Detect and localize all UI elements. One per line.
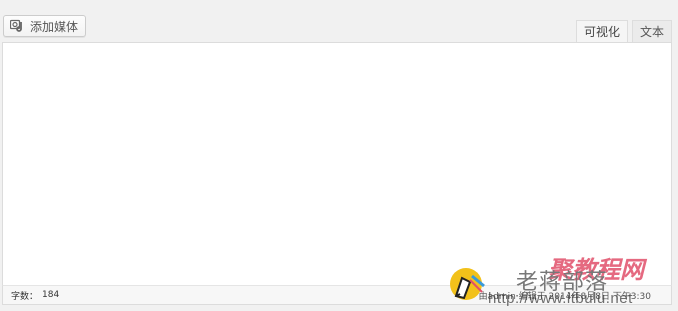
- content-editor-area[interactable]: [2, 42, 672, 304]
- editor-tabs: 可视化 文本: [575, 20, 672, 43]
- media-icon: [10, 19, 25, 33]
- word-count-label: 字数：: [11, 291, 39, 302]
- tab-text[interactable]: 文本: [631, 20, 672, 42]
- word-count-value: 184: [42, 290, 60, 300]
- add-media-button[interactable]: 添加媒体: [3, 15, 87, 37]
- post-editor: 添加媒体 可视化 文本 字数： 184 由admin 编辑于 2014年8月8日…: [0, 0, 678, 311]
- add-media-label: 添加媒体: [30, 19, 79, 34]
- editor-statusbar: 字数： 184 由admin 编辑于 2014年8月8日 下午3:30: [2, 285, 672, 305]
- tab-visual[interactable]: 可视化: [575, 20, 628, 43]
- last-edited-note: 由admin 编辑于 2014年8月8日 下午3:30: [478, 291, 651, 302]
